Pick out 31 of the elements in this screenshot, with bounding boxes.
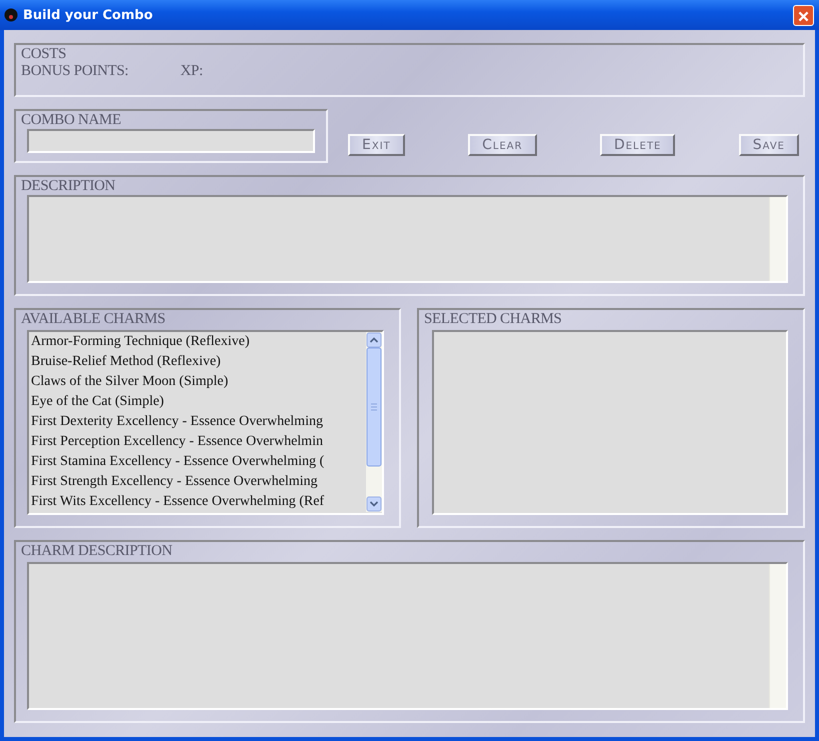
selected-charms-heading: SELECTED CHARMS — [424, 311, 563, 328]
costs-heading: COSTS — [21, 46, 68, 63]
combo-name-heading: COMBO NAME — [21, 112, 122, 129]
combo-name-field[interactable] — [27, 129, 315, 153]
available-charms-heading: AVAILABLE CHARMS — [21, 311, 166, 328]
charm-item[interactable]: Bruise-Relief Method (Reflexive) — [31, 352, 366, 372]
charm-item[interactable]: First Strength Excellency - Essence Overwhelming — [31, 472, 366, 492]
delete-button[interactable]: Delete — [600, 134, 676, 156]
bonus-points-label: BONUS POINTS: — [21, 63, 128, 80]
charm-description-heading: CHARM DESCRIPTION — [21, 543, 174, 560]
charm-item[interactable]: Claws of the Silver Moon (Simple) — [31, 372, 366, 392]
app-icon — [4, 8, 18, 22]
save-button[interactable]: Save — [738, 134, 799, 156]
charm-item[interactable]: Eye of the Cat (Simple) — [31, 392, 366, 412]
close-button[interactable] — [793, 4, 814, 26]
charm-item[interactable]: First Dexterity Excellency - Essence Overwhelming — [31, 412, 366, 432]
window-title: Build your Combo — [23, 8, 154, 22]
charm-item[interactable]: Armor-Forming Technique (Reflexive) — [31, 332, 366, 352]
xp-label: XP: — [180, 63, 203, 80]
exit-button[interactable]: Exit — [348, 134, 405, 156]
description-heading: DESCRIPTION — [21, 178, 116, 195]
charm-description-field[interactable] — [27, 562, 788, 710]
charm-item[interactable]: First Stamina Excellency - Essence Overwhelming ( — [31, 452, 366, 472]
scroll-bar[interactable] — [769, 564, 786, 708]
clear-button[interactable]: Clear — [468, 134, 537, 156]
description-field[interactable] — [27, 195, 788, 283]
scroll-bar[interactable] — [769, 197, 786, 281]
charm-item[interactable]: First Perception Excellency - Essence Overwhelmin — [31, 432, 366, 452]
scroll-bar[interactable] — [366, 332, 382, 512]
charm-item[interactable]: First Wits Excellency - Essence Overwhelming (Ref — [31, 492, 366, 512]
charm-list[interactable] — [27, 330, 384, 515]
